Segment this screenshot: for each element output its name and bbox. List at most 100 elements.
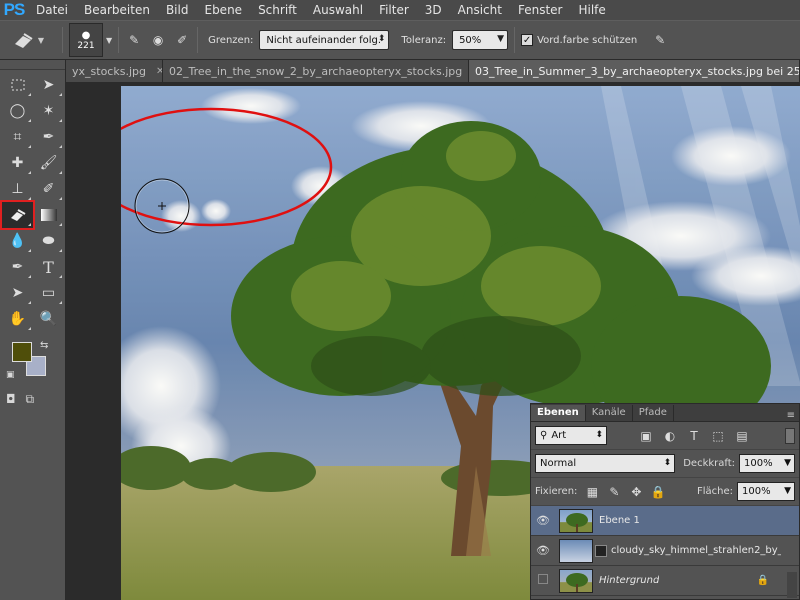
panel-menu-icon[interactable]: ≡ [787, 410, 799, 421]
gradient-tool-icon[interactable] [33, 202, 64, 228]
photoshop-logo: PS [3, 0, 26, 19]
visibility-off-box[interactable] [531, 574, 555, 587]
tools-panel: ➤ ◯ ✶ ⌗ ✒ ✚ 🖌 ⊥ ✐ 💧 ⬬ ✒ T ➤ ▭ ✋ 🔍 ⇆ ▣ ◘ … [0, 60, 66, 600]
filter-type-icon[interactable]: T [685, 427, 703, 445]
chevron-down-icon: ▼ [784, 458, 791, 468]
history-brush-tool-icon[interactable]: ✐ [33, 176, 64, 202]
layer-filter-row: ⚲ Art ⬍ ▣ ◐ T ⬚ ▤ [531, 422, 799, 450]
chevron-updown-icon: ⬍ [595, 430, 603, 440]
rectangle-tool-icon[interactable]: ▭ [33, 280, 64, 306]
default-colors-icon[interactable]: ▣ [6, 370, 15, 380]
menu-ansicht[interactable]: Ansicht [450, 0, 510, 20]
layer-filter-dropdown[interactable]: ⚲ Art ⬍ [535, 426, 607, 445]
menu-filter[interactable]: Filter [371, 0, 417, 20]
blur-tool-icon[interactable]: 💧 [2, 228, 33, 254]
move-tool-icon[interactable]: ➤ [33, 72, 64, 98]
foreground-color-swatch[interactable] [12, 342, 32, 362]
sampling-once-icon[interactable]: ◉ [149, 31, 167, 49]
quick-mask-icon[interactable]: ◘ [6, 392, 16, 407]
blend-mode-value: Normal [540, 458, 577, 469]
blend-mode-dropdown[interactable]: Normal ⬍ [535, 454, 676, 473]
tab-pfade[interactable]: Pfade [633, 405, 674, 421]
menu-3d[interactable]: 3D [417, 0, 450, 20]
tab-document-1[interactable]: yx_stocks.jpg ✕ [66, 60, 163, 82]
brush-tool-icon[interactable]: 🖌 [33, 150, 64, 176]
menu-hilfe[interactable]: Hilfe [570, 0, 613, 20]
tool-preset-picker[interactable]: ▼ [0, 20, 56, 60]
opacity-field[interactable]: 100% ▼ [739, 454, 795, 473]
menu-datei[interactable]: Datei [28, 0, 76, 20]
tab-ebenen[interactable]: Ebenen [531, 405, 586, 421]
sampling-continuous-icon[interactable]: ✎ [125, 31, 143, 49]
layer-thumbnail [559, 538, 593, 563]
fill-field[interactable]: 100% ▼ [737, 482, 795, 501]
path-selection-tool-icon[interactable]: ➤ [2, 280, 33, 306]
magic-wand-tool-icon[interactable]: ✶ [33, 98, 64, 124]
eye-icon[interactable]: 👁 [531, 514, 555, 527]
menu-bar: PS Datei Bearbeiten Bild Ebene Schrift A… [0, 0, 800, 20]
filter-pixel-icon[interactable]: ▣ [637, 427, 655, 445]
menu-bild[interactable]: Bild [158, 0, 197, 20]
separator [62, 27, 63, 53]
tab-kanaele[interactable]: Kanäle [586, 405, 633, 421]
menu-auswahl[interactable]: Auswahl [305, 0, 371, 20]
vordfarbe-checkbox[interactable]: ✓ [521, 34, 534, 46]
layers-scrollbar[interactable] [787, 572, 797, 598]
type-tool-icon[interactable]: T [33, 254, 64, 280]
toleranz-field[interactable]: 50% ▼ [452, 30, 509, 50]
sponge-tool-icon[interactable]: ⬬ [33, 228, 64, 254]
layer-filter-value: Art [551, 430, 567, 441]
tab-document-3[interactable]: 03_Tree_in_Summer_3_by_archaeopteryx_sto… [469, 60, 800, 82]
layer-row-hintergrund[interactable]: Hintergrund 🔒 [531, 566, 799, 596]
healing-brush-tool-icon[interactable]: ✚ [2, 150, 33, 176]
tools-panel-header[interactable] [0, 60, 65, 70]
menu-bearbeiten[interactable]: Bearbeiten [76, 0, 158, 20]
layer-row-ebene-1[interactable]: 👁 Ebene 1 [531, 506, 799, 536]
layer-thumbnail [559, 568, 593, 593]
eyedropper-tool-icon[interactable]: ✒ [33, 124, 64, 150]
screen-mode-icon[interactable]: ⧉ [26, 392, 35, 407]
sampling-buttons: ✎ ◉ ✐ [125, 20, 191, 60]
layers-panel-tabs: Ebenen Kanäle Pfade ≡ [531, 404, 799, 422]
chevron-down-icon[interactable]: ▼ [106, 36, 112, 45]
layer-thumbnail [559, 508, 593, 533]
clone-stamp-tool-icon[interactable]: ⊥ [2, 176, 33, 202]
filter-smartobject-icon[interactable]: ▤ [733, 427, 751, 445]
blend-opacity-row: Normal ⬍ Deckkraft: 100% ▼ [531, 450, 799, 478]
menu-ebene[interactable]: Ebene [196, 0, 250, 20]
sampling-background-swatch-icon[interactable]: ✐ [173, 31, 191, 49]
menu-fenster[interactable]: Fenster [510, 0, 571, 20]
lock-position-icon[interactable]: ✥ [627, 483, 645, 501]
chevron-updown-icon: ⬍ [377, 34, 386, 44]
lock-label: Fixieren: [535, 486, 578, 497]
filter-adjustment-icon[interactable]: ◐ [661, 427, 679, 445]
layer-row-cloudy-sky[interactable]: 👁 cloudy_sky_himmel_strahlen2_by_... [531, 536, 799, 566]
filter-shape-icon[interactable]: ⬚ [709, 427, 727, 445]
filter-toggle[interactable] [785, 427, 795, 444]
tab-document-2[interactable]: 02_Tree_in_the_snow_2_by_archaeopteryx_s… [163, 60, 469, 82]
rectangular-marquee-tool-icon[interactable] [2, 72, 33, 98]
close-icon[interactable]: ✕ [156, 66, 162, 77]
lock-pixels-icon[interactable]: ✎ [605, 483, 623, 501]
lock-all-icon[interactable]: 🔒 [649, 483, 667, 501]
background-eraser-tool-icon[interactable] [0, 200, 35, 230]
menu-schrift[interactable]: Schrift [250, 0, 305, 20]
lock-icons: ▦ ✎ ✥ 🔒 [583, 483, 667, 501]
pressure-size-icon[interactable]: ✎ [651, 31, 669, 49]
grenzen-value: Nicht aufeinander folg. [266, 34, 382, 46]
pen-tool-icon[interactable]: ✒ [2, 254, 33, 280]
hand-tool-icon[interactable]: ✋ [2, 306, 33, 332]
brush-size-picker[interactable]: ● 221 [69, 23, 103, 57]
brush-size-value: 221 [77, 40, 95, 51]
grenzen-dropdown[interactable]: Nicht aufeinander folg. ⬍ [259, 30, 390, 50]
brush-dot-icon: ● [81, 29, 91, 41]
lasso-tool-icon[interactable]: ◯ [2, 98, 33, 124]
lock-transparency-icon[interactable]: ▦ [583, 483, 601, 501]
eye-icon[interactable]: 👁 [531, 544, 555, 557]
crop-tool-icon[interactable]: ⌗ [2, 124, 33, 150]
zoom-tool-icon[interactable]: 🔍 [33, 306, 64, 332]
layers-panel: Ebenen Kanäle Pfade ≡ ⚲ Art ⬍ ▣ ◐ T ⬚ ▤ … [530, 403, 800, 600]
swap-colors-icon[interactable]: ⇆ [40, 340, 48, 351]
lock-fill-row: Fixieren: ▦ ✎ ✥ 🔒 Fläche: 100% ▼ [531, 478, 799, 506]
separator [514, 27, 516, 53]
